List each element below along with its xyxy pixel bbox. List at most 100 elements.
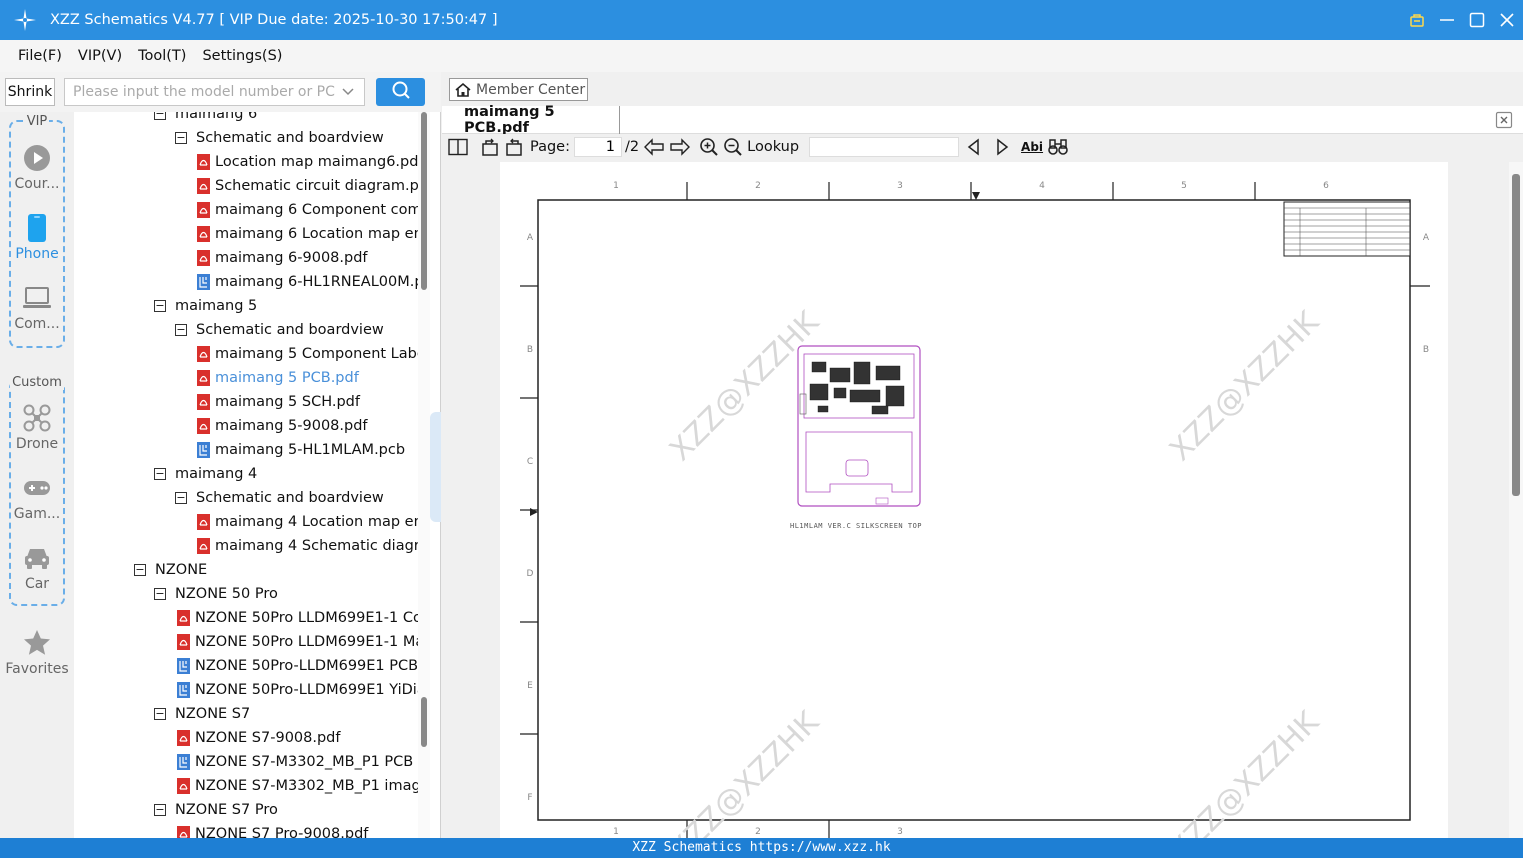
search-button[interactable] <box>376 78 425 106</box>
column-label-bottom: 3 <box>897 827 903 837</box>
panel-collapse-handle[interactable] <box>430 412 441 522</box>
tree-file[interactable]: maimang 4 Schematic diagra <box>196 534 418 558</box>
category-courses[interactable]: Cour... <box>0 142 74 206</box>
collapse-toggle-icon[interactable]: − <box>154 708 166 720</box>
maximize-icon[interactable] <box>1469 12 1485 28</box>
next-page-icon[interactable] <box>669 136 691 158</box>
tree-file[interactable]: NZONE 50Pro LLDM699E1-1 Co <box>176 606 418 630</box>
close-tab-icon[interactable] <box>1495 111 1513 129</box>
tree-folder[interactable]: − Schematic and boardview <box>175 486 384 510</box>
tree-item-label: NZONE 50Pro LLDM699E1-1 Co <box>195 610 418 626</box>
left-panel: Shrink VIP Cour... Phone Com... Custom D… <box>0 72 441 838</box>
tree-file[interactable]: NZONE 50Pro-LLDM699E1 PCB <box>176 654 418 678</box>
collapse-toggle-icon[interactable]: − <box>154 300 166 312</box>
tree-item-label: NZONE S7 Pro-9008.pdf <box>195 826 369 838</box>
menu-tool[interactable]: Tool(T) <box>138 48 186 64</box>
board-component <box>809 383 829 401</box>
tree-file[interactable]: maimang 6 Location map en <box>196 222 418 246</box>
tree-scrollbar[interactable] <box>418 112 430 838</box>
category-phone[interactable]: Phone <box>0 212 74 276</box>
tree-file[interactable]: NZONE S7-M3302_MB_P1 PCB I <box>176 750 418 774</box>
tree-file[interactable]: maimang 4 Location map en <box>196 510 418 534</box>
tree-file[interactable]: maimang 5 PCB.pdf <box>196 366 359 390</box>
document-tab[interactable]: maimang 5 PCB.pdf <box>442 104 620 136</box>
binoculars-icon[interactable] <box>1047 136 1069 158</box>
category-drone[interactable]: Drone <box>0 402 74 466</box>
tree-folder[interactable]: − NZONE S7 Pro <box>154 798 278 822</box>
tree-scrollbar-thumb[interactable] <box>421 112 427 290</box>
column-label: 2 <box>755 181 761 191</box>
tree-folder[interactable]: − NZONE S7 <box>154 702 250 726</box>
tree-file[interactable]: Location map maimang6.pdf <box>196 150 418 174</box>
tree-file[interactable]: NZONE S7-M3302_MB_P1 imag <box>176 774 418 798</box>
category-favorites[interactable]: Favorites <box>0 627 74 691</box>
tree-folder[interactable]: − Schematic and boardview <box>175 318 384 342</box>
tree-folder[interactable]: − maimang 5 <box>154 294 257 318</box>
menu-file[interactable]: File(F) <box>18 48 62 64</box>
chevron-down-icon[interactable] <box>340 84 356 100</box>
rotate-right-icon[interactable] <box>504 136 524 158</box>
tree-file[interactable]: maimang 6 Component com <box>196 198 418 222</box>
watermark-text: XZZ@XZZHK <box>663 704 827 838</box>
tree-folder[interactable]: − NZONE <box>134 558 207 582</box>
board-component <box>885 385 905 407</box>
pdf-scrollbar-thumb[interactable] <box>1512 174 1520 496</box>
tree-file[interactable]: maimang 6-9008.pdf <box>196 246 368 270</box>
row-label: E <box>527 681 533 691</box>
rotate-left-icon[interactable] <box>480 136 500 158</box>
tree-file[interactable]: NZONE S7-9008.pdf <box>176 726 341 750</box>
prev-page-icon[interactable] <box>643 136 665 158</box>
tree-folder[interactable]: − maimang 4 <box>154 462 257 486</box>
minimize-icon[interactable] <box>1439 12 1455 28</box>
menu-settings[interactable]: Settings(S) <box>202 48 282 64</box>
tree-item-label: maimang 6 <box>175 112 258 122</box>
shrink-button[interactable]: Shrink <box>5 78 55 106</box>
close-icon[interactable] <box>1499 12 1515 28</box>
zoom-in-icon[interactable] <box>699 136 719 158</box>
collapse-toggle-icon[interactable]: − <box>154 588 166 600</box>
lookup-input[interactable] <box>809 137 960 157</box>
tree-file[interactable]: NZONE 50Pro LLDM699E1-1 Ma <box>176 630 418 654</box>
pdf-scrollbar[interactable] <box>1509 162 1523 838</box>
sidebar-toggle-icon[interactable] <box>448 136 468 158</box>
find-next-icon[interactable] <box>993 136 1011 158</box>
collapse-toggle-icon[interactable]: − <box>154 804 166 816</box>
pdf-page[interactable]: 1 2 3 4 5 6 1 2 3 A A B B C D E F HL1MLAM VER.C SILKSCREE… <box>500 162 1448 838</box>
page-number-input[interactable] <box>574 137 622 157</box>
find-prev-icon[interactable] <box>965 136 983 158</box>
text-search-button[interactable]: Abi <box>1021 136 1043 158</box>
tree-item-label: NZONE 50Pro LLDM699E1-1 Ma <box>195 634 418 650</box>
board-component <box>871 405 889 415</box>
tree-item-label: NZONE <box>155 562 208 578</box>
tree-file[interactable]: Schematic circuit diagram.pdf <box>196 174 418 198</box>
collapse-toggle-icon[interactable]: − <box>154 112 166 120</box>
collapse-toggle-icon[interactable]: − <box>175 132 187 144</box>
member-center-button[interactable]: Member Center <box>449 78 588 101</box>
collapse-toggle-icon[interactable]: − <box>134 564 146 576</box>
tree-file[interactable]: maimang 5-9008.pdf <box>196 414 368 438</box>
tree-file[interactable]: maimang 5 SCH.pdf <box>196 390 360 414</box>
tree-file[interactable]: maimang 5-HL1MLAM.pcb <box>196 438 405 462</box>
tree-folder[interactable]: − maimang 6 <box>154 112 257 126</box>
vip-bag-icon[interactable] <box>1409 12 1425 28</box>
tree-file[interactable]: maimang 6-HL1RNEAL00M.p <box>196 270 418 294</box>
menu-vip[interactable]: VIP(V) <box>78 48 122 64</box>
zoom-out-icon[interactable] <box>723 136 743 158</box>
tree-folder[interactable]: − NZONE 50 Pro <box>154 582 278 606</box>
collapse-toggle-icon[interactable]: − <box>175 492 187 504</box>
collapse-toggle-icon[interactable]: − <box>154 468 166 480</box>
board-component <box>811 361 827 373</box>
pdf-file-icon <box>196 346 210 362</box>
tree-folder[interactable]: − Schematic and boardview <box>175 126 384 150</box>
category-car[interactable]: Car <box>0 542 74 606</box>
collapse-toggle-icon[interactable]: − <box>175 324 187 336</box>
tree-file[interactable]: maimang 5 Component Labe <box>196 342 418 366</box>
search-input[interactable] <box>64 78 365 106</box>
tree-file[interactable]: NZONE S7 Pro-9008.pdf <box>176 822 368 838</box>
category-computer[interactable]: Com... <box>0 282 74 346</box>
tree-scrollbar-thumb-2[interactable] <box>421 697 427 747</box>
tree-file[interactable]: NZONE 50Pro-LLDM699E1 YiDia <box>176 678 418 702</box>
tree-item-label: maimang 4 Schematic diagra <box>215 538 418 554</box>
category-games[interactable]: Gam... <box>0 472 74 536</box>
pcb-file-icon <box>196 274 210 290</box>
